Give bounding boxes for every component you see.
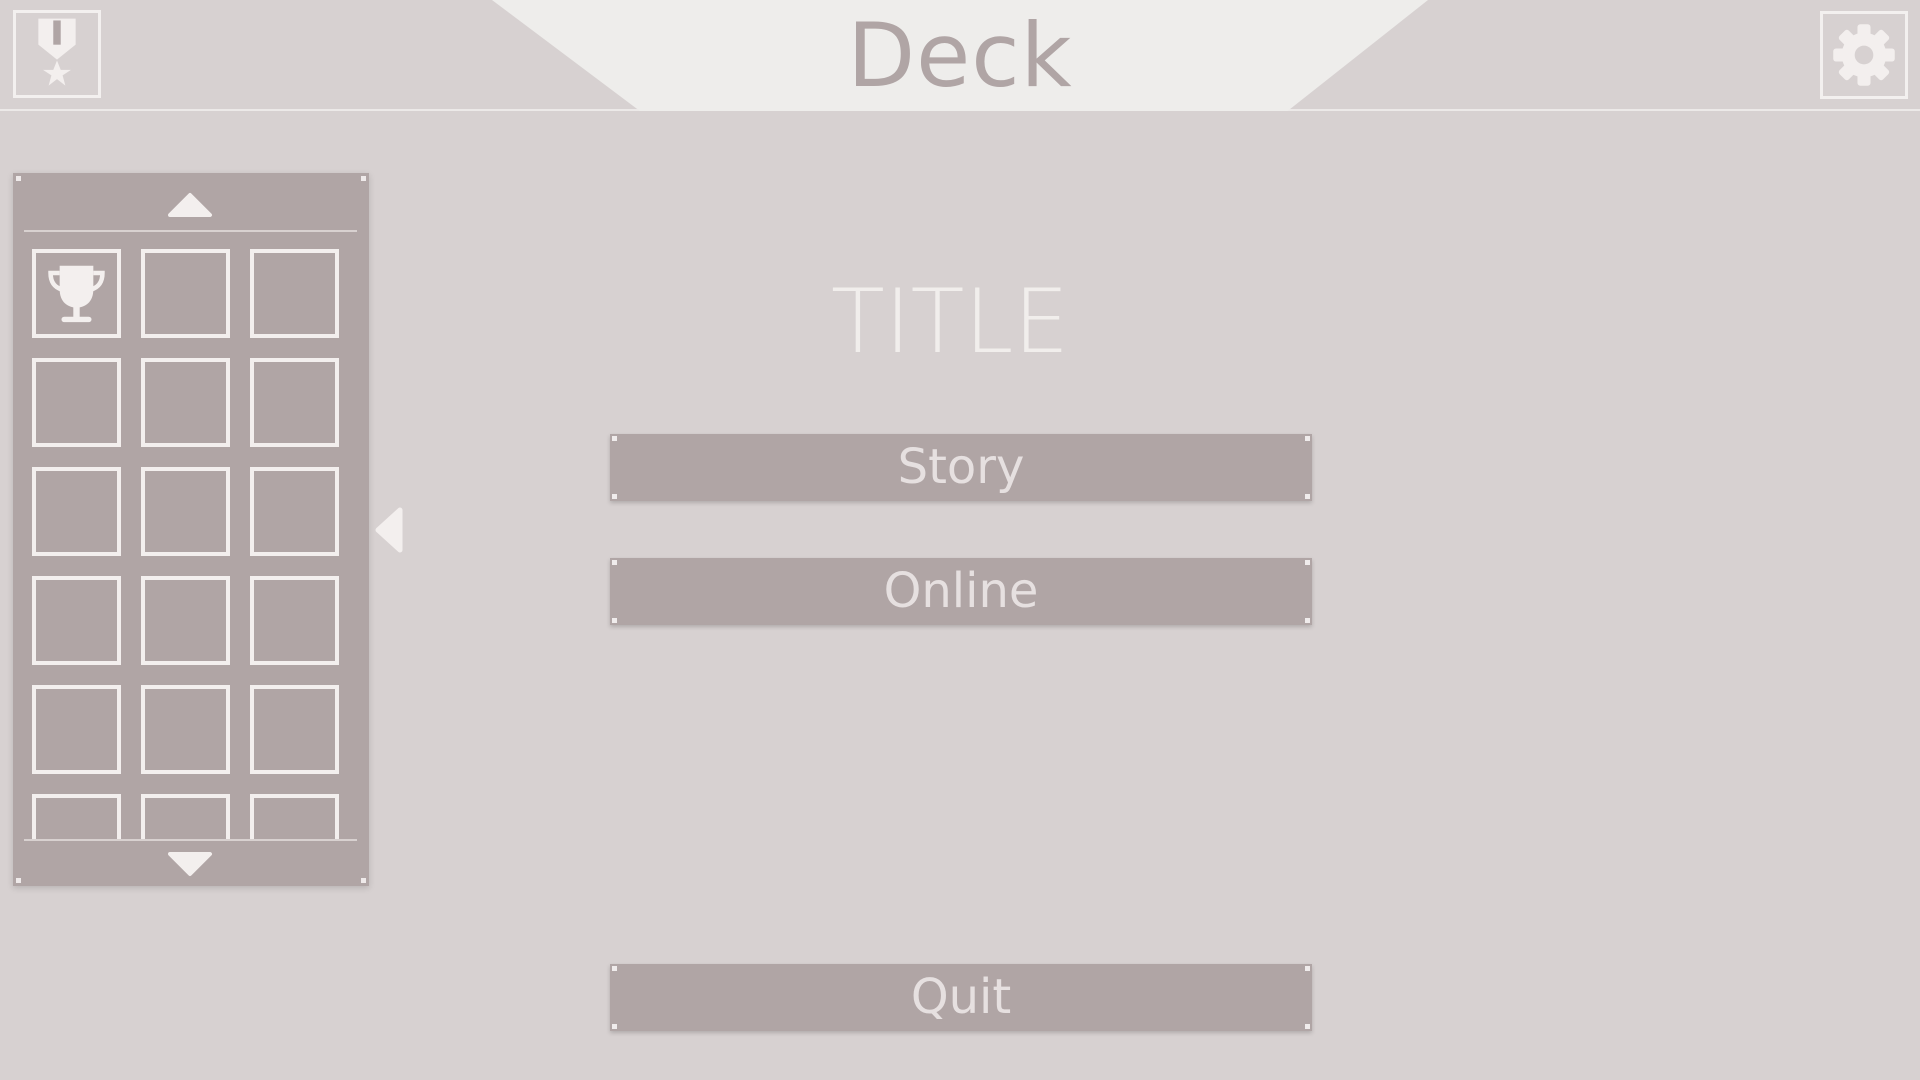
medal-icon: [38, 18, 76, 86]
divider: [24, 230, 357, 232]
card-slot[interactable]: [141, 794, 230, 839]
achievements-button[interactable]: [13, 10, 101, 98]
quit-button[interactable]: Quit: [610, 964, 1312, 1031]
card-slot[interactable]: [250, 467, 339, 556]
card-slot[interactable]: [250, 576, 339, 665]
deck-panel: [13, 173, 369, 886]
top-bar: Deck: [0, 0, 1920, 111]
card-slot[interactable]: [32, 685, 121, 774]
card-slot[interactable]: [32, 794, 121, 839]
card-slot[interactable]: [141, 249, 230, 338]
chevron-up-icon[interactable]: [166, 189, 214, 219]
page-title: Deck: [847, 4, 1073, 107]
card-slot[interactable]: [32, 249, 121, 338]
gear-icon: [1833, 24, 1895, 86]
online-button[interactable]: Online: [610, 558, 1312, 625]
card-slot[interactable]: [141, 576, 230, 665]
card-slot[interactable]: [250, 358, 339, 447]
card-slot[interactable]: [141, 685, 230, 774]
card-slot[interactable]: [32, 467, 121, 556]
story-button[interactable]: Story: [610, 434, 1312, 501]
card-slot[interactable]: [250, 685, 339, 774]
card-slot[interactable]: [141, 358, 230, 447]
story-label: Story: [897, 439, 1025, 495]
card-slot[interactable]: [250, 249, 339, 338]
menu-title: TITLE: [830, 270, 1070, 373]
settings-button[interactable]: [1820, 11, 1908, 99]
card-slot[interactable]: [32, 576, 121, 665]
card-slot[interactable]: [141, 467, 230, 556]
card-slot[interactable]: [32, 358, 121, 447]
chevron-down-icon[interactable]: [166, 850, 214, 880]
online-label: Online: [883, 563, 1039, 619]
chevron-left-icon[interactable]: [372, 506, 404, 554]
quit-label: Quit: [910, 969, 1012, 1025]
card-grid[interactable]: [13, 233, 369, 839]
divider: [24, 839, 357, 841]
card-slot[interactable]: [250, 794, 339, 839]
trophy-icon: [48, 265, 105, 323]
